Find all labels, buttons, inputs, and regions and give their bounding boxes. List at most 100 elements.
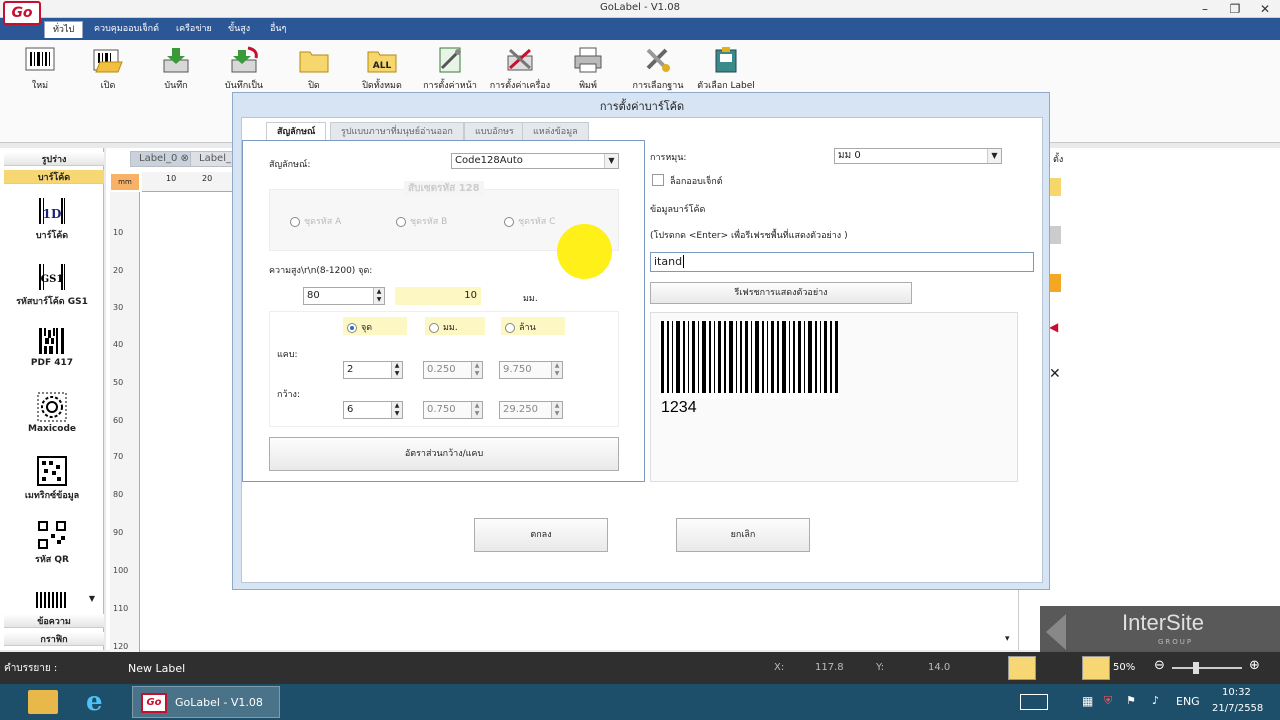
spin-arrows-icon[interactable]: ▲ ▼ bbox=[471, 402, 482, 418]
scroll-down-icon[interactable]: ▾ bbox=[1005, 634, 1010, 644]
wide-mm-input[interactable]: 0.750 ▲ ▼ bbox=[423, 401, 483, 419]
subset-c-radio[interactable]: ชุดรหัส C bbox=[504, 214, 555, 228]
grid-icon[interactable] bbox=[1008, 656, 1036, 680]
barcode-preview-image bbox=[659, 321, 839, 399]
save-as-button[interactable]: บันทึกเป็น bbox=[204, 46, 284, 92]
cancel-button[interactable]: ยกเลิก bbox=[676, 518, 810, 552]
close-button[interactable]: ✕ bbox=[1250, 0, 1280, 18]
tab-data-source[interactable]: แหล่งข้อมูล bbox=[522, 122, 589, 140]
tab-symbol[interactable]: สัญลักษณ์ bbox=[266, 122, 327, 140]
tab-advanced[interactable]: ขั้นสูง bbox=[220, 21, 258, 38]
spin-arrows-icon[interactable]: ▲ ▼ bbox=[471, 362, 482, 378]
refresh-preview-button[interactable]: รีเฟรชการแสดงตัวอย่าง bbox=[650, 282, 912, 304]
narrow-mm-input[interactable]: 0.250 ▲ ▼ bbox=[423, 361, 483, 379]
database-icon bbox=[642, 46, 674, 74]
taskbar-golabel[interactable]: Go GoLabel - V1.08 bbox=[132, 686, 280, 718]
tab-other[interactable]: อื่นๆ bbox=[262, 21, 294, 38]
chevron-down-icon[interactable]: ▼ bbox=[987, 149, 1001, 163]
wide-dots-input[interactable]: 6 ▲ ▼ bbox=[343, 401, 403, 419]
tab-object-control[interactable]: ควบคุมออบเจ็กต์ bbox=[86, 21, 167, 38]
tab-network[interactable]: เครือข่าย bbox=[168, 21, 220, 38]
keyboard-icon[interactable] bbox=[1020, 694, 1048, 710]
tab-human-readable[interactable]: รูปแบบภาษาที่มนุษย์อ่านออก bbox=[330, 122, 464, 140]
toolbox-datamatrix[interactable]: เมทริกซ์ข้อมูล bbox=[4, 456, 100, 502]
unit-mm-radio[interactable]: มม. bbox=[429, 320, 458, 334]
open-label: เปิด bbox=[100, 81, 116, 91]
arrow-left-icon[interactable]: ◀ bbox=[1049, 320, 1058, 334]
subset-a-radio[interactable]: ชุดรหัส A bbox=[290, 214, 341, 228]
unit-dot-radio[interactable]: จุด bbox=[347, 320, 372, 334]
height-input[interactable]: 80 ▲ ▼ bbox=[303, 287, 385, 305]
unit-mil-radio[interactable]: ล้าน bbox=[505, 320, 536, 334]
language-indicator[interactable]: ENG bbox=[1176, 695, 1200, 708]
toolbox-barcode-header[interactable]: บาร์โค้ด bbox=[4, 170, 104, 184]
toolbox-pdf417[interactable]: PDF 417 bbox=[4, 326, 100, 368]
symbol-select[interactable]: Code128Auto ▼ bbox=[451, 153, 619, 169]
network-icon[interactable]: ▦ bbox=[1082, 694, 1093, 708]
radio-dot bbox=[505, 322, 515, 333]
app-logo[interactable]: Go bbox=[3, 1, 41, 25]
narrow-mil-input[interactable]: 9.750 ▲ ▼ bbox=[499, 361, 563, 379]
volume-icon[interactable]: ♪ bbox=[1152, 694, 1159, 707]
print-button[interactable]: พิมพ์ bbox=[548, 46, 628, 92]
toolbox-barcode-1d[interactable]: 1D บาร์โค้ด bbox=[4, 196, 100, 242]
rotation-select[interactable]: มม 0 ▼ bbox=[834, 148, 1002, 164]
toolbox-maxicode[interactable]: Maxicode bbox=[4, 392, 100, 434]
barcode-data-hint: (โปรดกด <Enter> เพื่อรีเฟรชพื้นที่แสดงตั… bbox=[650, 231, 848, 241]
more-dropdown-icon[interactable]: ▼ bbox=[86, 594, 98, 606]
taskbar-time[interactable]: 10:32 bbox=[1222, 687, 1251, 698]
toolbox-graphics-header[interactable]: กราฟิก bbox=[4, 632, 104, 646]
close-tab-icon[interactable]: ⊗ bbox=[181, 153, 189, 164]
page-icon[interactable] bbox=[1082, 656, 1110, 680]
narrow-dots-input[interactable]: 2 ▲ ▼ bbox=[343, 361, 403, 379]
restore-button[interactable]: ❐ bbox=[1220, 0, 1250, 18]
minimize-button[interactable]: – bbox=[1190, 0, 1220, 18]
height-label: ความสูง\r\n(8-1200) จุด: bbox=[269, 266, 373, 276]
narrow-label: แคบ: bbox=[277, 350, 298, 360]
lock-object-label: ล็อกออบเจ็กต์ bbox=[670, 177, 723, 187]
printer-setup-label: การตั้งค่าเครื่อง bbox=[489, 81, 551, 91]
toolbox-shapes-header[interactable]: รูปร่าง bbox=[4, 152, 104, 166]
taskbar-date[interactable]: 21/7/2558 bbox=[1212, 703, 1263, 714]
toolbox-text-header[interactable]: ข้อความ bbox=[4, 614, 104, 628]
spin-arrows-icon[interactable]: ▲ ▼ bbox=[391, 362, 402, 378]
page-setup-label: การตั้งค่าหน้า bbox=[423, 81, 477, 91]
flag-icon[interactable]: ⚑ bbox=[1126, 694, 1136, 707]
doc-tab-label0[interactable]: Label_0 ⊗ bbox=[130, 151, 198, 167]
watermark-sub: GROUP bbox=[1158, 638, 1194, 646]
subset-b-radio[interactable]: ชุดรหัส B bbox=[396, 214, 447, 228]
spin-arrows-icon[interactable]: ▲ ▼ bbox=[373, 288, 384, 304]
security-icon[interactable]: ⛨ bbox=[1104, 694, 1112, 708]
zoom-slider-thumb[interactable] bbox=[1193, 662, 1199, 674]
zoom-slider[interactable] bbox=[1172, 667, 1242, 669]
page-setup-button[interactable]: การตั้งค่าหน้า bbox=[410, 46, 490, 92]
spin-arrows-icon[interactable]: ▲ ▼ bbox=[551, 362, 562, 378]
ok-button[interactable]: ตกลง bbox=[474, 518, 608, 552]
file-explorer-icon[interactable] bbox=[28, 690, 58, 714]
ruler-mark: 50 bbox=[113, 378, 124, 387]
zoom-in-icon[interactable]: ⊕ bbox=[1249, 658, 1260, 673]
ruler-unit: mm bbox=[111, 174, 139, 190]
tab-general[interactable]: ทั่วไป bbox=[44, 21, 84, 38]
delete-icon[interactable]: ✕ bbox=[1049, 366, 1061, 382]
spin-arrows-icon[interactable]: ▲ ▼ bbox=[551, 402, 562, 418]
wide-mil-input[interactable]: 29.250 ▲ ▼ bbox=[499, 401, 563, 419]
toolbox-gs1[interactable]: GS1 รหัสบาร์โค้ด GS1 bbox=[4, 262, 100, 308]
more-barcode-icon[interactable] bbox=[36, 592, 68, 608]
lock-object-checkbox[interactable] bbox=[652, 174, 664, 186]
y-coord-label: Y: bbox=[876, 662, 885, 673]
open-folder-icon bbox=[92, 46, 124, 74]
label-options-button[interactable]: ตัวเลือก Label bbox=[686, 46, 766, 92]
toolbox-qr[interactable]: รหัส QR bbox=[4, 520, 100, 566]
ratio-button[interactable]: อัตราส่วนกว้าง/แคบ bbox=[269, 437, 619, 471]
ruler-mark: 100 bbox=[113, 566, 129, 575]
ruler-top: 10 20 bbox=[142, 172, 242, 192]
internet-explorer-icon[interactable]: e bbox=[86, 688, 116, 716]
height-mm-value: 10 bbox=[395, 287, 481, 305]
tab-font[interactable]: แบบอักษร bbox=[464, 122, 525, 140]
zoom-out-icon[interactable]: ⊖ bbox=[1154, 658, 1165, 673]
chevron-down-icon[interactable]: ▼ bbox=[604, 154, 618, 168]
barcode-data-input[interactable]: itand bbox=[650, 252, 1034, 272]
spin-arrows-icon[interactable]: ▲ ▼ bbox=[391, 402, 402, 418]
radio-dot bbox=[396, 216, 406, 227]
